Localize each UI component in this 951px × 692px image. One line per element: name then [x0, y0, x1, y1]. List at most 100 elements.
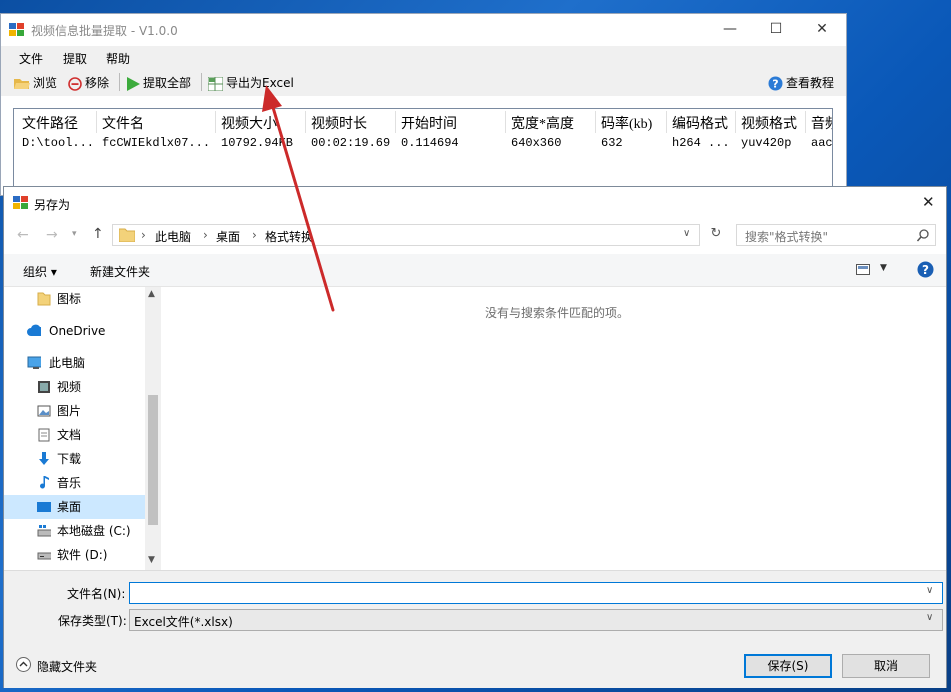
- chevron-down-icon[interactable]: ▾: [72, 229, 77, 239]
- column-divider[interactable]: [735, 111, 736, 133]
- menu-extract[interactable]: 提取: [63, 50, 87, 67]
- breadcrumb-desktop[interactable]: 桌面: [216, 228, 240, 245]
- chevron-up-circle-icon: [16, 657, 31, 672]
- column-header[interactable]: 文件路径: [22, 113, 78, 133]
- breadcrumb-format-convert[interactable]: 格式转换: [265, 228, 313, 245]
- nav-item-onedrive[interactable]: OneDrive: [4, 319, 145, 343]
- column-header[interactable]: 视频格式: [741, 113, 797, 133]
- excel-icon: [208, 76, 223, 91]
- column-header[interactable]: 视频大小: [221, 113, 277, 133]
- organize-button[interactable]: 组织 ▾: [23, 263, 57, 280]
- browse-button[interactable]: 浏览: [14, 74, 57, 91]
- back-arrow-icon[interactable]: ←: [17, 227, 29, 243]
- nav-item-drive-c[interactable]: 本地磁盘 (C:): [4, 519, 145, 543]
- app-logo-icon: [13, 196, 28, 209]
- video-icon: [38, 381, 50, 393]
- cell-path: D:\tool...: [22, 136, 95, 150]
- dialog-close-button[interactable]: ✕: [922, 193, 935, 211]
- nav-item-icons[interactable]: 图标: [4, 287, 145, 311]
- menu-help[interactable]: 帮助: [106, 50, 130, 67]
- refresh-icon[interactable]: ↻: [705, 226, 727, 246]
- tutorial-button[interactable]: ? 查看教程: [768, 74, 834, 91]
- chevron-down-icon[interactable]: ∨: [683, 228, 690, 239]
- app-logo-icon: [9, 23, 24, 36]
- svg-text:?: ?: [772, 78, 778, 91]
- nav-scrollbar[interactable]: ▲ ▼: [145, 287, 161, 570]
- nav-item-documents[interactable]: 文档: [4, 423, 145, 447]
- address-row: ← → ▾ ↑ › 此电脑 › 桌面 › 格式转换 ∨ ↻ 搜索"格式转换": [4, 218, 946, 254]
- folder-icon: [37, 292, 51, 306]
- filename-label: 文件名(N):: [67, 587, 126, 601]
- chevron-down-icon[interactable]: ▼: [880, 263, 887, 273]
- search-input[interactable]: 搜索"格式转换": [736, 224, 936, 246]
- column-divider[interactable]: [215, 111, 216, 133]
- minimize-button[interactable]: —: [707, 14, 753, 44]
- new-folder-button[interactable]: 新建文件夹: [90, 263, 150, 280]
- filetype-select[interactable]: Excel文件(*.xlsx) ∨: [129, 609, 943, 631]
- cell-duration: 00:02:19.69: [311, 136, 391, 150]
- dialog-bottom-panel: 文件名(N): ∨ 保存类型(T): Excel文件(*.xlsx) ∨ 隐藏文…: [4, 570, 946, 688]
- address-bar[interactable]: › 此电脑 › 桌面 › 格式转换 ∨: [112, 224, 700, 246]
- help-icon[interactable]: ?: [917, 261, 934, 278]
- column-divider[interactable]: [805, 111, 806, 133]
- chevron-down-icon[interactable]: ∨: [926, 612, 933, 623]
- remove-button[interactable]: 移除: [68, 74, 109, 91]
- download-icon: [39, 452, 49, 465]
- column-divider[interactable]: [505, 111, 506, 133]
- nav-item-pictures[interactable]: 图片: [4, 399, 145, 423]
- column-header[interactable]: 开始时间: [401, 113, 457, 133]
- drive-icon: [37, 552, 51, 560]
- breadcrumb-separator: ›: [141, 228, 146, 242]
- video-info-table: 文件路径 文件名 视频大小 视频时长 开始时间 宽度*高度 码率(kb) 编码格…: [13, 108, 833, 197]
- save-as-dialog: 另存为 ✕ ← → ▾ ↑ › 此电脑 › 桌面 › 格式转换 ∨ ↻ 搜索"格…: [3, 186, 947, 688]
- nav-item-music[interactable]: 音乐: [4, 471, 145, 495]
- desktop-icon: [37, 502, 51, 512]
- column-divider[interactable]: [666, 111, 667, 133]
- close-button[interactable]: ✕: [799, 14, 845, 44]
- file-list-area[interactable]: 没有与搜索条件匹配的项。: [161, 287, 946, 570]
- menu-file[interactable]: 文件: [19, 50, 43, 67]
- export-excel-button[interactable]: 导出为Excel: [208, 74, 294, 91]
- column-header[interactable]: 码率(kb): [601, 113, 652, 133]
- column-header[interactable]: 编码格式: [672, 113, 728, 133]
- cell-audio: aac: [811, 136, 833, 150]
- scroll-down-icon[interactable]: ▼: [148, 555, 155, 565]
- column-header[interactable]: 文件名: [102, 113, 144, 133]
- search-icon: [917, 229, 929, 242]
- column-divider[interactable]: [395, 111, 396, 133]
- column-divider[interactable]: [595, 111, 596, 133]
- forward-arrow-icon[interactable]: →: [46, 227, 58, 243]
- cancel-button[interactable]: 取消: [842, 654, 930, 678]
- breadcrumb-separator: ›: [203, 228, 208, 242]
- nav-item-desktop[interactable]: 桌面: [4, 495, 145, 519]
- nav-item-drive-d[interactable]: 软件 (D:): [4, 543, 145, 567]
- save-button[interactable]: 保存(S): [744, 654, 832, 678]
- navigation-pane: 图标 OneDrive 此电脑 视频 图片 文档 下载 音乐 桌面 本地磁盘 (…: [4, 287, 162, 570]
- nav-item-downloads[interactable]: 下载: [4, 447, 145, 471]
- cell-video-format: yuv420p: [741, 136, 792, 150]
- app-title: 视频信息批量提取 - V1.0.0: [31, 24, 178, 38]
- maximize-button[interactable]: ☐: [753, 14, 799, 44]
- toolbar-separator: [201, 73, 202, 91]
- column-header[interactable]: 视频时长: [311, 113, 367, 133]
- breadcrumb-this-pc[interactable]: 此电脑: [155, 228, 191, 245]
- extract-all-button[interactable]: 提取全部: [126, 74, 191, 91]
- play-icon: [127, 76, 140, 91]
- scroll-up-icon[interactable]: ▲: [148, 289, 155, 299]
- column-divider[interactable]: [305, 111, 306, 133]
- column-divider[interactable]: [96, 111, 97, 133]
- cloud-icon: [27, 324, 41, 336]
- nav-item-videos[interactable]: 视频: [4, 375, 145, 399]
- view-options-icon[interactable]: [856, 264, 870, 275]
- remove-icon: [68, 76, 82, 91]
- column-header[interactable]: 宽度*高度: [511, 113, 574, 133]
- cell-filename: fcCWIEkdlx07...: [102, 136, 211, 150]
- column-header[interactable]: 音频: [811, 113, 832, 133]
- nav-item-this-pc[interactable]: 此电脑: [4, 351, 145, 375]
- up-arrow-icon[interactable]: ↑: [92, 226, 104, 242]
- empty-message: 没有与搜索条件匹配的项。: [485, 306, 630, 320]
- cell-start-time: 0.114694: [401, 136, 459, 150]
- filename-input[interactable]: ∨: [129, 582, 943, 604]
- scroll-thumb[interactable]: [148, 395, 158, 525]
- chevron-down-icon[interactable]: ∨: [926, 585, 933, 596]
